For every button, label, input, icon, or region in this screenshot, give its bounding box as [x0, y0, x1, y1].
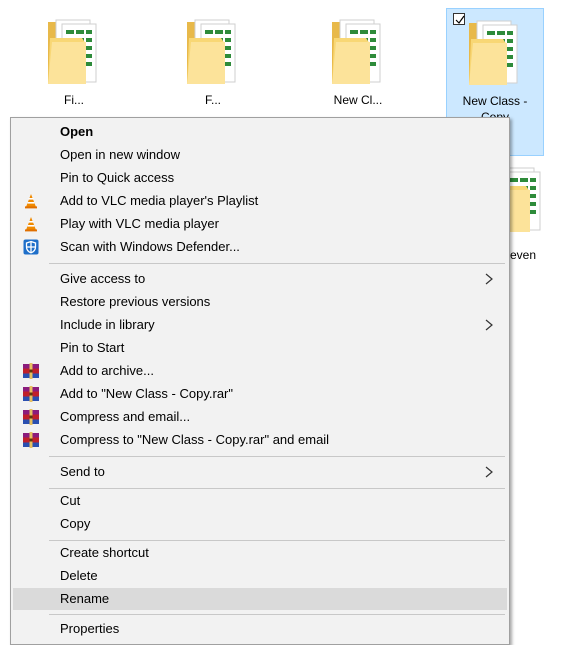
- menu-item-label: Include in library: [60, 317, 155, 332]
- winrar-icon: [23, 386, 39, 402]
- menu-item-add-archive[interactable]: Add to archive...: [13, 360, 507, 382]
- menu-item-pin-quick-access[interactable]: Pin to Quick access: [13, 167, 507, 189]
- folder-label: even: [510, 248, 537, 262]
- menu-item-label: Play with VLC media player: [60, 216, 219, 231]
- menu-item-label: Add to VLC media player's Playlist: [60, 193, 259, 208]
- windows-defender-icon: [23, 239, 39, 255]
- menu-item-label: Restore previous versions: [60, 294, 211, 309]
- menu-item-open-new-window[interactable]: Open in new window: [13, 144, 507, 166]
- menu-separator: [49, 456, 505, 457]
- menu-item-label: Delete: [60, 568, 98, 583]
- winrar-icon: [23, 432, 39, 448]
- menu-item-label: Cut: [60, 493, 81, 508]
- folder-label: Fi...: [64, 93, 84, 107]
- menu-item-rename[interactable]: Rename: [13, 588, 507, 610]
- menu-item-delete[interactable]: Delete: [13, 565, 507, 587]
- menu-item-label: Scan with Windows Defender...: [60, 239, 240, 254]
- menu-item-cut[interactable]: Cut: [13, 490, 507, 512]
- folder-label: New Cl...: [333, 93, 383, 107]
- menu-item-compress-email[interactable]: Compress and email...: [13, 406, 507, 428]
- menu-item-send-to[interactable]: Send to: [13, 461, 507, 483]
- folder-icon: [467, 17, 527, 89]
- menu-separator: [49, 540, 505, 541]
- menu-item-label: Add to "New Class - Copy.rar": [60, 386, 233, 401]
- winrar-icon: [23, 363, 39, 379]
- menu-item-vlc-play[interactable]: Play with VLC media player: [13, 213, 507, 235]
- menu-item-create-shortcut[interactable]: Create shortcut: [13, 542, 507, 564]
- menu-item-label: Add to archive...: [60, 363, 154, 378]
- chevron-right-icon: [485, 466, 493, 478]
- menu-item-open[interactable]: Open: [13, 121, 507, 143]
- chevron-right-icon: [485, 273, 493, 285]
- menu-item-properties[interactable]: Properties: [13, 618, 507, 640]
- menu-item-label: Pin to Quick access: [60, 170, 175, 185]
- chevron-right-icon: [485, 319, 493, 331]
- menu-item-label: Copy: [60, 516, 91, 531]
- context-menu: Open Open in new window Pin to Quick acc…: [10, 117, 510, 645]
- menu-item-label: Send to: [60, 464, 105, 479]
- vlc-cone-icon: [25, 194, 37, 209]
- menu-separator: [49, 614, 505, 615]
- selection-checkbox[interactable]: [453, 13, 465, 25]
- menu-item-copy[interactable]: Copy: [13, 513, 507, 535]
- folder-label: F...: [204, 93, 221, 107]
- vlc-cone-icon: [25, 217, 37, 232]
- menu-item-label: Open in new window: [60, 147, 180, 162]
- menu-separator: [49, 488, 505, 489]
- menu-item-add-to-rar[interactable]: Add to "New Class - Copy.rar": [13, 383, 507, 405]
- menu-item-include-library[interactable]: Include in library: [13, 314, 507, 336]
- winrar-icon: [23, 409, 39, 425]
- menu-item-label: Compress to "New Class - Copy.rar" and e…: [60, 432, 330, 447]
- menu-item-label: Rename: [60, 591, 110, 606]
- checkmark-icon: [455, 15, 465, 24]
- menu-item-restore-versions[interactable]: Restore previous versions: [13, 291, 507, 313]
- menu-item-label: Give access to: [60, 271, 146, 286]
- menu-item-label: Pin to Start: [60, 340, 125, 355]
- folder-icon: [330, 16, 390, 88]
- menu-item-pin-start[interactable]: Pin to Start: [13, 337, 507, 359]
- menu-item-vlc-playlist[interactable]: Add to VLC media player's Playlist: [13, 190, 507, 212]
- menu-separator: [49, 263, 505, 264]
- menu-item-label: Open: [60, 124, 94, 139]
- menu-item-label: Create shortcut: [60, 545, 149, 560]
- menu-item-compress-rar-email[interactable]: Compress to "New Class - Copy.rar" and e…: [13, 429, 507, 451]
- menu-item-label: Properties: [60, 621, 120, 636]
- menu-item-give-access[interactable]: Give access to: [13, 268, 507, 290]
- menu-item-scan-defender[interactable]: Scan with Windows Defender...: [13, 236, 507, 258]
- folder-icon: [185, 16, 245, 88]
- folder-icon: [46, 16, 106, 88]
- menu-item-label: Compress and email...: [60, 409, 191, 424]
